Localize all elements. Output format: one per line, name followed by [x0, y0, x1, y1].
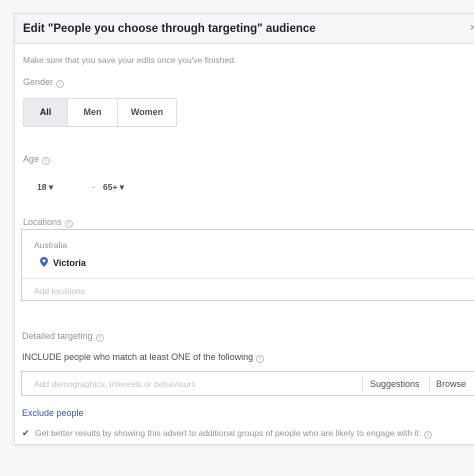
- detailed-targeting-placeholder: Add demographics, interests or behaviour…: [34, 379, 196, 389]
- age-label: Age i: [23, 154, 51, 165]
- locations-box: Australia Victoria Add locations: [21, 229, 474, 301]
- location-pin-icon: [40, 257, 48, 267]
- include-label-text: INCLUDE people who match at least ONE of…: [22, 352, 254, 362]
- age-max-select[interactable]: 65+ ▾: [103, 182, 124, 193]
- expansion-text: Get better results by showing this adver…: [35, 428, 422, 438]
- gender-all-button[interactable]: All: [24, 99, 68, 126]
- info-icon[interactable]: i: [42, 157, 51, 165]
- checkmark-icon[interactable]: ✔: [22, 428, 32, 439]
- gender-label: Gender i: [23, 77, 65, 88]
- gender-label-text: Gender: [23, 77, 54, 87]
- detailed-targeting-label-text: Detailed targeting: [22, 331, 93, 341]
- gender-selector: All Men Women: [23, 98, 177, 127]
- info-icon[interactable]: i: [424, 431, 433, 439]
- divider: [429, 376, 430, 391]
- suggestions-button[interactable]: Suggestions: [370, 379, 420, 389]
- info-icon[interactable]: i: [256, 355, 265, 363]
- age-range-dash: -: [92, 182, 95, 192]
- age-label-text: Age: [23, 154, 40, 164]
- include-label: INCLUDE people who match at least ONE of…: [22, 352, 265, 363]
- detailed-targeting-input[interactable]: Add demographics, interests or behaviour…: [21, 371, 474, 396]
- locations-label: Locations i: [23, 217, 73, 228]
- close-icon[interactable]: ×: [470, 22, 474, 34]
- dialog-header: Edit "People you choose through targetin…: [15, 14, 474, 44]
- exclude-people-link[interactable]: Exclude people: [22, 408, 84, 418]
- add-locations-input[interactable]: Add locations: [22, 278, 474, 301]
- gender-men-button[interactable]: Men: [68, 99, 118, 126]
- add-locations-placeholder: Add locations: [34, 286, 86, 296]
- save-note: Make sure that you save your edits once …: [23, 55, 237, 65]
- detailed-targeting-label: Detailed targeting i: [22, 331, 104, 342]
- info-icon[interactable]: i: [64, 220, 73, 228]
- divider: [362, 376, 363, 391]
- location-country: Australia: [34, 240, 68, 250]
- gender-women-button[interactable]: Women: [118, 99, 176, 126]
- location-item-victoria[interactable]: Victoria: [53, 258, 86, 268]
- age-min-select[interactable]: 18 ▾: [37, 182, 53, 193]
- browse-button[interactable]: Browse: [436, 379, 466, 389]
- info-icon[interactable]: i: [95, 334, 104, 342]
- info-icon[interactable]: i: [56, 80, 65, 88]
- expansion-checkbox-row[interactable]: ✔ Get better results by showing this adve…: [22, 428, 433, 439]
- locations-label-text: Locations: [23, 217, 62, 227]
- dialog-title: Edit "People you choose through targetin…: [23, 23, 316, 35]
